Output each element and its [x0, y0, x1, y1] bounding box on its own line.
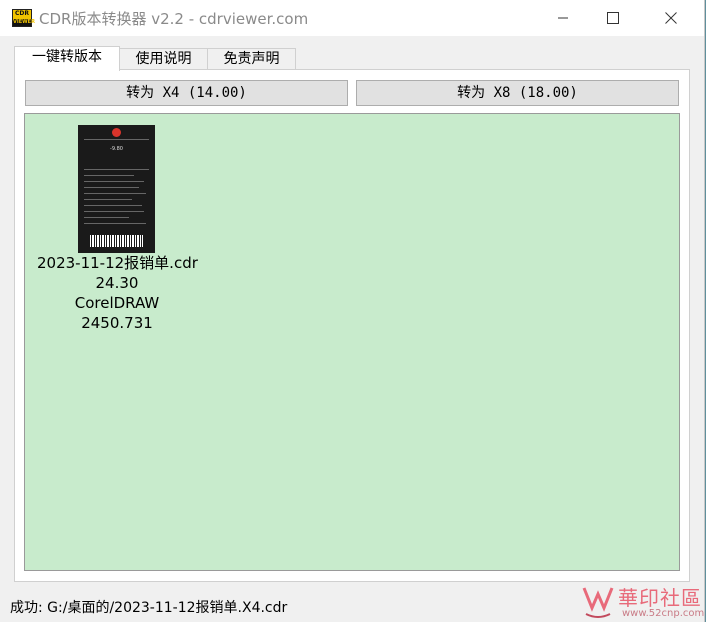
app-icon-top-text: CDR [14, 10, 29, 17]
convert-x8-button[interactable]: 转为 X8 (18.00) [356, 80, 679, 106]
thumbnail-line [84, 175, 134, 176]
file-item[interactable]: -9.80 2023-11-12报销单.cdr 24.30 CorelDRAW … [37, 125, 198, 333]
maximize-icon [607, 12, 619, 24]
thumbnail-line [84, 187, 139, 188]
thumbnail-line [84, 217, 129, 218]
file-drop-area[interactable]: -9.80 2023-11-12报销单.cdr 24.30 CorelDRAW … [24, 113, 680, 571]
tab-disclaimer[interactable]: 免责声明 [207, 48, 296, 69]
thumbnail-line [84, 211, 144, 212]
status-bar-text: 成功: G:/桌面的/2023-11-12报销单.X4.cdr [10, 600, 288, 616]
close-button[interactable] [648, 0, 694, 36]
barcode-icon [90, 235, 143, 247]
thumbnail-line [84, 199, 132, 200]
tab-one-click-convert[interactable]: 一键转版本 [14, 46, 120, 71]
file-version: 24.30 [95, 274, 139, 292]
minimize-icon [558, 17, 568, 19]
close-icon [665, 12, 677, 24]
file-size: 2450.731 [81, 314, 153, 332]
watermark: 華印社區 www.52cnp.com [578, 580, 704, 622]
title-bar[interactable]: CDR VIEWER CDR版本转换器 v2.2 - cdrviewer.com [0, 0, 704, 36]
thumbnail-amount: -9.80 [110, 146, 123, 152]
watermark-text: 華印社區 [618, 586, 702, 610]
convert-x4-button[interactable]: 转为 X4 (14.00) [25, 80, 348, 106]
watermark-url: www.52cnp.com [622, 608, 705, 619]
thumbnail-line [84, 193, 146, 194]
file-name: 2023-11-12报销单.cdr [37, 254, 198, 272]
file-thumbnail: -9.80 [78, 125, 155, 253]
minimize-button[interactable] [540, 0, 586, 36]
cdr-viewer-app-icon: CDR VIEWER [12, 9, 35, 27]
tab-instructions[interactable]: 使用说明 [119, 48, 208, 69]
thumbnail-line [84, 169, 149, 170]
app-window: CDR VIEWER CDR版本转换器 v2.2 - cdrviewer.com… [0, 0, 705, 622]
thumbnail-line [84, 139, 149, 140]
receipt-logo-icon [112, 128, 121, 137]
thumbnail-line [84, 181, 144, 182]
thumbnail-line [84, 205, 142, 206]
maximize-button[interactable] [590, 0, 636, 36]
window-title: CDR版本转换器 v2.2 - cdrviewer.com [39, 10, 309, 28]
app-icon-bottom-text: VIEWER [13, 19, 35, 26]
file-app: CorelDRAW [74, 294, 160, 312]
thumbnail-line [84, 223, 146, 224]
watermark-logo-icon [582, 587, 614, 618]
